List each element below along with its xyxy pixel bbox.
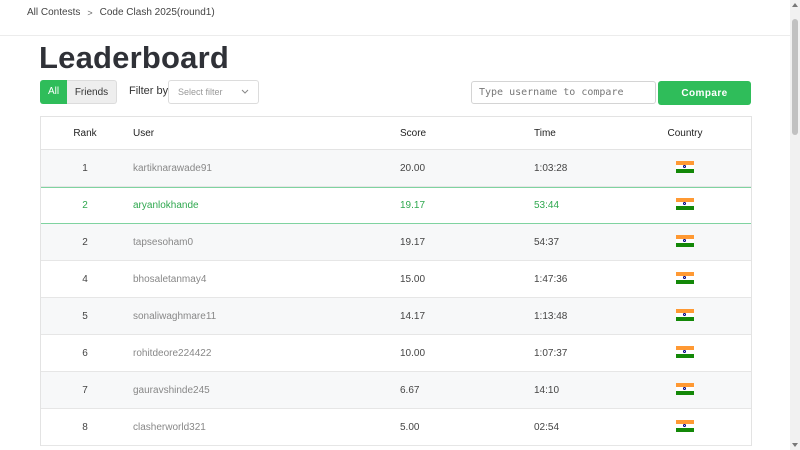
compare-button[interactable]: Compare [658, 81, 751, 105]
filter-select[interactable]: Select filter [168, 80, 259, 104]
user-link[interactable]: kartiknarawade91 [133, 150, 212, 186]
chevron-down-icon [241, 89, 249, 94]
user-link[interactable]: sonaliwaghmare11 [133, 298, 216, 334]
user-link[interactable]: gauravshinde245 [133, 372, 210, 408]
table-body: 1 kartiknarawade91 20.00 1:03:28 2 aryanlokha… [41, 150, 751, 446]
score-cell: 20.00 [400, 162, 426, 174]
table-header: Rank User Score Time Country [41, 117, 751, 150]
india-flag-icon [676, 308, 694, 321]
breadcrumb: All Contests > Code Clash 2025(round1) [27, 7, 215, 18]
user-link[interactable]: aryanlokhande [133, 188, 199, 223]
score-cell: 6.67 [400, 384, 420, 396]
page-scrollbar[interactable] [790, 0, 800, 450]
country-cell [645, 409, 725, 445]
scroll-down-icon[interactable] [792, 443, 798, 447]
rank-cell: 1 [82, 162, 88, 174]
header-country: Country [667, 127, 703, 139]
table-row: 4 bhosaletanmay4 15.00 1:47:36 [41, 261, 751, 298]
india-flag-icon [676, 198, 694, 210]
score-cell: 14.17 [400, 310, 426, 322]
user-link[interactable]: bhosaletanmay4 [133, 261, 206, 297]
scrollbar-thumb[interactable] [792, 19, 798, 135]
breadcrumb-current-contest[interactable]: Code Clash 2025(round1) [100, 7, 215, 18]
time-cell: 1:07:37 [534, 347, 568, 359]
time-cell: 14:10 [534, 384, 560, 396]
india-flag-icon [676, 234, 694, 247]
rank-cell: 5 [82, 310, 88, 322]
table-row: 6 rohitdeore224422 10.00 1:07:37 [41, 335, 751, 372]
india-flag-icon [676, 382, 694, 395]
india-flag-icon [676, 160, 694, 173]
table-row: 8 clasherworld321 5.00 02:54 [41, 409, 751, 446]
time-cell: 1:13:48 [534, 310, 568, 322]
country-cell [645, 335, 725, 371]
filter-select-placeholder: Select filter [178, 87, 223, 97]
time-cell: 53:44 [534, 200, 560, 211]
country-cell [645, 224, 725, 260]
user-link[interactable]: rohitdeore224422 [133, 335, 211, 371]
header-user: User [133, 127, 155, 139]
score-cell: 15.00 [400, 273, 426, 285]
score-cell: 19.17 [400, 200, 426, 211]
india-flag-icon [676, 345, 694, 358]
scope-toggle: All Friends [40, 80, 117, 104]
time-cell: 1:03:28 [534, 162, 568, 174]
header-time: Time [534, 127, 556, 139]
table-row: 7 gauravshinde245 6.67 14:10 [41, 372, 751, 409]
country-cell [645, 150, 725, 186]
breadcrumb-all-contests[interactable]: All Contests [27, 7, 80, 18]
rank-cell: 2 [82, 200, 88, 211]
chevron-right-icon: > [87, 7, 93, 18]
friends-toggle-button[interactable]: Friends [67, 80, 117, 104]
country-cell [645, 298, 725, 334]
all-toggle-button[interactable]: All [40, 80, 67, 104]
india-flag-icon [676, 271, 694, 284]
rank-cell: 8 [82, 421, 88, 433]
page-title: Leaderboard [39, 40, 229, 75]
country-cell [645, 261, 725, 297]
time-cell: 54:37 [534, 236, 560, 248]
score-cell: 19.17 [400, 236, 426, 248]
breadcrumb-bar: All Contests > Code Clash 2025(round1) [0, 0, 790, 36]
header-score: Score [400, 127, 427, 139]
score-cell: 10.00 [400, 347, 426, 359]
compare-username-input[interactable] [471, 81, 656, 104]
time-cell: 02:54 [534, 421, 560, 433]
rank-cell: 2 [82, 236, 88, 248]
table-row: 1 kartiknarawade91 20.00 1:03:28 [41, 150, 751, 187]
rank-cell: 4 [82, 273, 88, 285]
india-flag-icon [676, 419, 694, 432]
time-cell: 1:47:36 [534, 273, 568, 285]
table-row: 2 aryanlokhande 19.17 53:44 [41, 187, 751, 224]
user-link[interactable]: clasherworld321 [133, 409, 206, 445]
rank-cell: 7 [82, 384, 88, 396]
table-row: 2 tapsesoham0 19.17 54:37 [41, 224, 751, 261]
leaderboard-page: All Contests > Code Clash 2025(round1) L… [0, 0, 800, 450]
country-cell [645, 372, 725, 408]
table-row: 5 sonaliwaghmare11 14.17 1:13:48 [41, 298, 751, 335]
user-link[interactable]: tapsesoham0 [133, 224, 193, 260]
leaderboard-table: Rank User Score Time Country 1 kartiknara… [40, 116, 752, 446]
score-cell: 5.00 [400, 421, 420, 433]
header-rank: Rank [73, 127, 97, 139]
country-cell [645, 188, 725, 223]
scroll-up-icon[interactable] [792, 3, 798, 7]
filter-label: Filter by [129, 85, 169, 97]
rank-cell: 6 [82, 347, 88, 359]
